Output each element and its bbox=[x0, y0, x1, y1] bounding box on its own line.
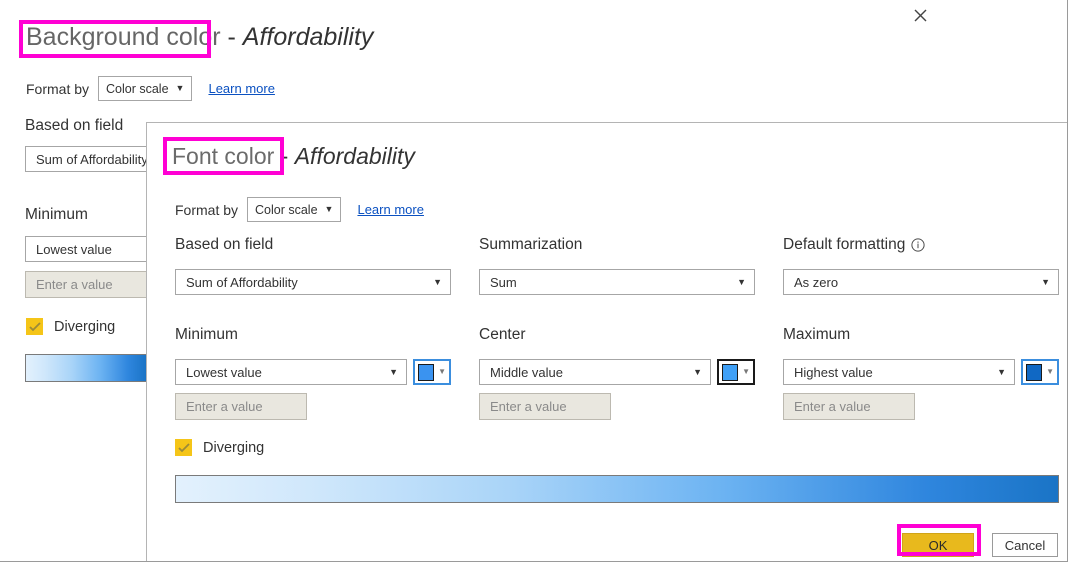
inner-default-formatting-value: As zero bbox=[794, 274, 839, 290]
chevron-down-icon: ▼ bbox=[389, 366, 398, 377]
inner-maximum-value-input[interactable]: Enter a value bbox=[783, 393, 915, 420]
inner-based-on-field-label: Based on field bbox=[175, 236, 274, 253]
outer-format-by-row: Format by Color scale ▼ Learn more bbox=[26, 76, 275, 101]
font-color-title-separator: - bbox=[274, 143, 295, 169]
outer-gradient-preview bbox=[25, 354, 147, 382]
inner-center-value: Middle value bbox=[490, 364, 563, 380]
chevron-down-icon: ▼ bbox=[737, 276, 746, 287]
inner-diverging-checkbox-row[interactable]: Diverging bbox=[175, 439, 264, 456]
outer-format-by-label: Format by bbox=[26, 80, 90, 97]
chevron-down-icon: ▼ bbox=[324, 204, 334, 214]
inner-learn-more-link[interactable]: Learn more bbox=[357, 202, 423, 217]
chevron-down-icon: ▼ bbox=[693, 366, 702, 377]
inner-maximum-value: Highest value bbox=[794, 364, 873, 380]
chevron-down-icon: ▼ bbox=[997, 366, 1006, 377]
inner-summarization-label: Summarization bbox=[479, 236, 583, 253]
outer-format-by-value: Color scale bbox=[106, 81, 169, 96]
chevron-down-icon: ▼ bbox=[175, 83, 185, 93]
inner-maximum-label: Maximum bbox=[783, 326, 851, 343]
inner-center-value-input[interactable]: Enter a value bbox=[479, 393, 611, 420]
outer-based-on-field-value: Sum of Affordability bbox=[36, 151, 148, 167]
outer-learn-more-link[interactable]: Learn more bbox=[208, 81, 274, 96]
chevron-down-icon: ▼ bbox=[1046, 367, 1054, 376]
inner-minimum-select[interactable]: Lowest value ▼ bbox=[175, 359, 407, 385]
inner-gradient-preview bbox=[175, 475, 1059, 503]
outer-diverging-checkbox-row[interactable]: Diverging bbox=[26, 318, 115, 335]
close-icon[interactable] bbox=[905, 2, 935, 28]
inner-summarization-select[interactable]: Sum ▼ bbox=[479, 269, 755, 295]
background-color-title-field: Affordability bbox=[242, 23, 374, 51]
screenshot-root: Background color - Affordability Format … bbox=[0, 0, 1068, 562]
font-color-dialog: Font color - Affordability Format by Col… bbox=[146, 122, 1067, 561]
inner-maximum-color-picker[interactable]: ▼ bbox=[1021, 359, 1059, 385]
inner-minimum-label: Minimum bbox=[175, 326, 238, 343]
font-color-title: Font color - Affordability bbox=[172, 143, 415, 170]
inner-format-by-value: Color scale bbox=[255, 202, 318, 217]
inner-center-color-picker[interactable]: ▼ bbox=[717, 359, 755, 385]
cancel-button[interactable]: Cancel bbox=[992, 533, 1058, 557]
font-color-title-main: Font color bbox=[172, 143, 275, 169]
outer-diverging-checkbox[interactable] bbox=[26, 318, 43, 335]
chevron-down-icon: ▼ bbox=[1041, 276, 1050, 287]
outer-minimum-value: Lowest value bbox=[36, 241, 112, 257]
outer-format-by-select[interactable]: Color scale ▼ bbox=[98, 76, 193, 101]
background-color-title-separator: - bbox=[220, 23, 243, 51]
inner-center-label: Center bbox=[479, 326, 526, 343]
color-swatch-icon bbox=[722, 363, 739, 381]
inner-minimum-value: Lowest value bbox=[186, 364, 262, 380]
outer-minimum-label: Minimum bbox=[25, 206, 88, 223]
inner-based-on-field-select[interactable]: Sum of Affordability ▼ bbox=[175, 269, 451, 295]
inner-diverging-checkbox[interactable] bbox=[175, 439, 192, 456]
color-swatch-icon bbox=[1026, 363, 1043, 381]
outer-diverging-label: Diverging bbox=[54, 318, 116, 335]
ok-button[interactable]: OK bbox=[902, 533, 974, 557]
inner-default-formatting-label: Default formatting bbox=[783, 236, 925, 254]
inner-center-select[interactable]: Middle value ▼ bbox=[479, 359, 711, 385]
inner-based-on-field-value: Sum of Affordability bbox=[186, 274, 298, 290]
outer-based-on-field-label: Based on field bbox=[25, 117, 124, 134]
inner-format-by-label: Format by bbox=[175, 201, 239, 218]
inner-summarization-value: Sum bbox=[490, 274, 517, 290]
chevron-down-icon: ▼ bbox=[742, 367, 750, 376]
inner-format-by-row: Format by Color scale ▼ Learn more bbox=[175, 197, 424, 222]
inner-minimum-color-picker[interactable]: ▼ bbox=[413, 359, 451, 385]
inner-default-formatting-text: Default formatting bbox=[783, 236, 906, 253]
color-swatch-icon bbox=[418, 363, 435, 381]
outer-minimum-select[interactable]: Lowest value bbox=[25, 236, 147, 262]
inner-default-formatting-select[interactable]: As zero ▼ bbox=[783, 269, 1059, 295]
chevron-down-icon: ▼ bbox=[438, 367, 446, 376]
inner-format-by-select[interactable]: Color scale ▼ bbox=[247, 197, 342, 222]
font-color-title-field: Affordability bbox=[294, 143, 415, 169]
inner-maximum-select[interactable]: Highest value ▼ bbox=[783, 359, 1015, 385]
outer-minimum-value-input[interactable]: Enter a value bbox=[25, 271, 147, 298]
info-icon[interactable] bbox=[911, 238, 925, 252]
chevron-down-icon: ▼ bbox=[433, 276, 442, 287]
background-color-title-main: Background color bbox=[26, 23, 221, 51]
inner-minimum-value-input[interactable]: Enter a value bbox=[175, 393, 307, 420]
background-color-title: Background color - Affordability bbox=[26, 23, 373, 52]
inner-diverging-label: Diverging bbox=[203, 439, 265, 456]
